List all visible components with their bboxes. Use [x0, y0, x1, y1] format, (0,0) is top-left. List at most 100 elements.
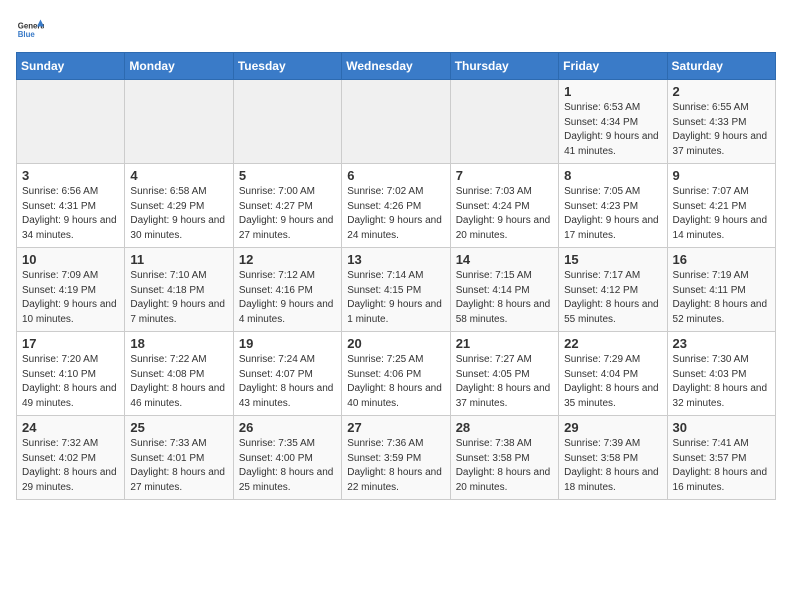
calendar-cell	[17, 80, 125, 164]
calendar-cell: 8 Sunrise: 7:05 AM Sunset: 4:23 PM Daylig…	[559, 164, 667, 248]
calendar-cell: 11Sunrise: 7:10 AM Sunset: 4:18 PM Dayli…	[125, 248, 233, 332]
day-info: Sunrise: 6:56 AM Sunset: 4:31 PM Dayligh…	[22, 185, 119, 243]
day-info: Sunrise: 7:17 AM Sunset: 4:12 PM Dayligh…	[564, 269, 661, 327]
day-info: Sunrise: 7:14 AM Sunset: 4:15 PM Dayligh…	[347, 269, 444, 327]
day-info: Sunrise: 6:53 AM Sunset: 4:34 PM Dayligh…	[564, 101, 661, 159]
calendar-cell: 29Sunrise: 7:39 AM Sunset: 3:58 PM Dayli…	[559, 416, 667, 500]
logo: General Blue	[16, 16, 44, 44]
calendar-cell: 17 Sunrise: 7:20 AM Sunset: 4:10 PM Dayli…	[17, 332, 125, 416]
day-info: Sunrise: 7:05 AM Sunset: 4:23 PM Dayligh…	[564, 185, 661, 243]
calendar-cell: 9 Sunrise: 7:07 AM Sunset: 4:21 PM Daylig…	[667, 164, 775, 248]
day-number: 22	[564, 336, 661, 351]
calendar-cell: 28 Sunrise: 7:38 AM Sunset: 3:58 PM Dayli…	[450, 416, 558, 500]
day-info: Sunrise: 7:27 AM Sunset: 4:05 PM Dayligh…	[456, 353, 553, 411]
day-number: 10	[22, 252, 119, 267]
week-row-3: 10 Sunrise: 7:09 AM Sunset: 4:19 PM Dayli…	[17, 248, 776, 332]
calendar-cell: 15 Sunrise: 7:17 AM Sunset: 4:12 PM Dayli…	[559, 248, 667, 332]
day-number: 20	[347, 336, 444, 351]
day-number: 26	[239, 420, 336, 435]
day-number: 8	[564, 168, 661, 183]
day-info: Sunrise: 7:35 AM Sunset: 4:00 PM Dayligh…	[239, 437, 336, 495]
day-number: 24	[22, 420, 119, 435]
day-header-wednesday: Wednesday	[342, 53, 450, 80]
calendar-cell: 1Sunrise: 6:53 AM Sunset: 4:34 PM Daylig…	[559, 80, 667, 164]
day-info: Sunrise: 7:33 AM Sunset: 4:01 PM Dayligh…	[130, 437, 227, 495]
day-number: 23	[673, 336, 770, 351]
svg-text:Blue: Blue	[18, 30, 36, 39]
day-header-monday: Monday	[125, 53, 233, 80]
calendar-cell: 18 Sunrise: 7:22 AM Sunset: 4:08 PM Dayli…	[125, 332, 233, 416]
day-number: 30	[673, 420, 770, 435]
day-number: 15	[564, 252, 661, 267]
day-info: Sunrise: 7:30 AM Sunset: 4:03 PM Dayligh…	[673, 353, 770, 411]
calendar-cell: 22 Sunrise: 7:29 AM Sunset: 4:04 PM Dayli…	[559, 332, 667, 416]
calendar-cell: 7 Sunrise: 7:03 AM Sunset: 4:24 PM Daylig…	[450, 164, 558, 248]
calendar-cell: 26 Sunrise: 7:35 AM Sunset: 4:00 PM Dayli…	[233, 416, 341, 500]
day-number: 16	[673, 252, 770, 267]
day-info: Sunrise: 7:10 AM Sunset: 4:18 PM Dayligh…	[130, 269, 227, 327]
week-row-1: 1Sunrise: 6:53 AM Sunset: 4:34 PM Daylig…	[17, 80, 776, 164]
calendar-cell: 3 Sunrise: 6:56 AM Sunset: 4:31 PM Daylig…	[17, 164, 125, 248]
day-number: 3	[22, 168, 119, 183]
calendar-cell: 10 Sunrise: 7:09 AM Sunset: 4:19 PM Dayli…	[17, 248, 125, 332]
day-number: 14	[456, 252, 553, 267]
day-number: 13	[347, 252, 444, 267]
week-row-4: 17 Sunrise: 7:20 AM Sunset: 4:10 PM Dayli…	[17, 332, 776, 416]
day-header-tuesday: Tuesday	[233, 53, 341, 80]
calendar-cell	[233, 80, 341, 164]
day-info: Sunrise: 6:55 AM Sunset: 4:33 PM Dayligh…	[673, 101, 770, 159]
day-info: Sunrise: 7:02 AM Sunset: 4:26 PM Dayligh…	[347, 185, 444, 243]
day-info: Sunrise: 7:36 AM Sunset: 3:59 PM Dayligh…	[347, 437, 444, 495]
logo-icon: General Blue	[16, 16, 44, 44]
day-number: 7	[456, 168, 553, 183]
day-info: Sunrise: 7:09 AM Sunset: 4:19 PM Dayligh…	[22, 269, 119, 327]
calendar-cell	[125, 80, 233, 164]
day-info: Sunrise: 7:24 AM Sunset: 4:07 PM Dayligh…	[239, 353, 336, 411]
day-info: Sunrise: 7:19 AM Sunset: 4:11 PM Dayligh…	[673, 269, 770, 327]
days-header-row: SundayMondayTuesdayWednesdayThursdayFrid…	[17, 53, 776, 80]
day-info: Sunrise: 7:15 AM Sunset: 4:14 PM Dayligh…	[456, 269, 553, 327]
calendar-cell: 23 Sunrise: 7:30 AM Sunset: 4:03 PM Dayli…	[667, 332, 775, 416]
day-number: 21	[456, 336, 553, 351]
day-header-thursday: Thursday	[450, 53, 558, 80]
header: General Blue	[16, 16, 776, 44]
calendar-cell: 6 Sunrise: 7:02 AM Sunset: 4:26 PM Daylig…	[342, 164, 450, 248]
day-info: Sunrise: 7:03 AM Sunset: 4:24 PM Dayligh…	[456, 185, 553, 243]
day-info: Sunrise: 7:39 AM Sunset: 3:58 PM Dayligh…	[564, 437, 661, 495]
calendar-cell: 20Sunrise: 7:25 AM Sunset: 4:06 PM Dayli…	[342, 332, 450, 416]
calendar-cell: 2Sunrise: 6:55 AM Sunset: 4:33 PM Daylig…	[667, 80, 775, 164]
day-info: Sunrise: 7:22 AM Sunset: 4:08 PM Dayligh…	[130, 353, 227, 411]
day-info: Sunrise: 7:20 AM Sunset: 4:10 PM Dayligh…	[22, 353, 119, 411]
day-info: Sunrise: 7:32 AM Sunset: 4:02 PM Dayligh…	[22, 437, 119, 495]
calendar-cell: 19 Sunrise: 7:24 AM Sunset: 4:07 PM Dayli…	[233, 332, 341, 416]
day-header-friday: Friday	[559, 53, 667, 80]
week-row-5: 24 Sunrise: 7:32 AM Sunset: 4:02 PM Dayli…	[17, 416, 776, 500]
calendar-cell: 21 Sunrise: 7:27 AM Sunset: 4:05 PM Dayli…	[450, 332, 558, 416]
day-number: 9	[673, 168, 770, 183]
calendar-cell: 5 Sunrise: 7:00 AM Sunset: 4:27 PM Daylig…	[233, 164, 341, 248]
day-info: Sunrise: 7:41 AM Sunset: 3:57 PM Dayligh…	[673, 437, 770, 495]
week-row-2: 3 Sunrise: 6:56 AM Sunset: 4:31 PM Daylig…	[17, 164, 776, 248]
day-number: 19	[239, 336, 336, 351]
calendar-cell: 16 Sunrise: 7:19 AM Sunset: 4:11 PM Dayli…	[667, 248, 775, 332]
day-info: Sunrise: 7:07 AM Sunset: 4:21 PM Dayligh…	[673, 185, 770, 243]
day-info: Sunrise: 7:29 AM Sunset: 4:04 PM Dayligh…	[564, 353, 661, 411]
day-number: 4	[130, 168, 227, 183]
calendar-cell	[450, 80, 558, 164]
day-number: 17	[22, 336, 119, 351]
day-info: Sunrise: 7:00 AM Sunset: 4:27 PM Dayligh…	[239, 185, 336, 243]
day-info: Sunrise: 7:38 AM Sunset: 3:58 PM Dayligh…	[456, 437, 553, 495]
day-number: 5	[239, 168, 336, 183]
day-info: Sunrise: 7:12 AM Sunset: 4:16 PM Dayligh…	[239, 269, 336, 327]
calendar-cell	[342, 80, 450, 164]
calendar-cell: 14 Sunrise: 7:15 AM Sunset: 4:14 PM Dayli…	[450, 248, 558, 332]
calendar-cell: 24 Sunrise: 7:32 AM Sunset: 4:02 PM Dayli…	[17, 416, 125, 500]
day-header-saturday: Saturday	[667, 53, 775, 80]
calendar-cell: 13 Sunrise: 7:14 AM Sunset: 4:15 PM Dayli…	[342, 248, 450, 332]
day-number: 18	[130, 336, 227, 351]
day-header-sunday: Sunday	[17, 53, 125, 80]
calendar-cell: 12Sunrise: 7:12 AM Sunset: 4:16 PM Dayli…	[233, 248, 341, 332]
calendar-cell: 30 Sunrise: 7:41 AM Sunset: 3:57 PM Dayli…	[667, 416, 775, 500]
day-number: 28	[456, 420, 553, 435]
day-number: 6	[347, 168, 444, 183]
